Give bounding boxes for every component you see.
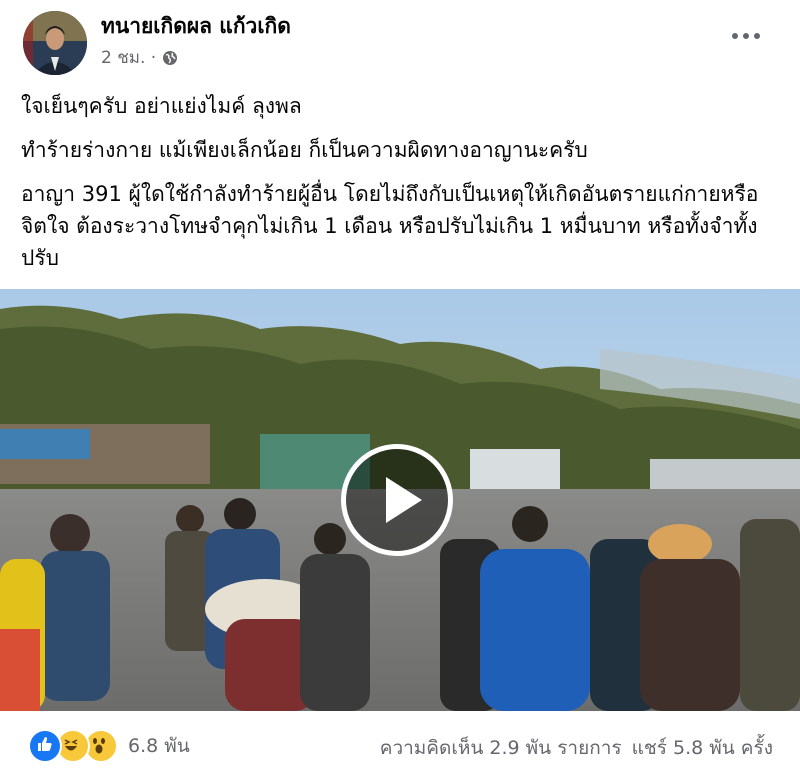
globe-icon (163, 50, 178, 65)
author-name[interactable]: ทนายเกิดผล แก้วเกิด (101, 10, 291, 43)
dot (732, 33, 738, 39)
facebook-post: ทนายเกิดผล แก้วเกิด 2 ชม. · ใจเย็นๆครับ … (0, 0, 800, 782)
reaction-count: 6.8 พัน (128, 735, 190, 757)
comment-count[interactable]: ความคิดเห็น 2.9 พัน รายการ (380, 733, 622, 763)
dot (754, 33, 760, 39)
play-button[interactable] (341, 444, 453, 556)
avatar-photo (23, 11, 87, 75)
post-text-paragraph: อาญา 391 ผู้ใดใช้กำลังทำร้ายผู้อื่น โดยไ… (21, 182, 759, 270)
more-options-icon[interactable] (726, 24, 766, 48)
play-icon (386, 477, 422, 523)
reactions[interactable]: 6.8 พัน (28, 729, 190, 763)
timestamp[interactable]: 2 ชม. · (101, 44, 156, 71)
share-count[interactable]: แชร์ 5.8 พัน ครั้ง (632, 733, 773, 763)
dot (743, 33, 749, 39)
post-text-line-1: ใจเย็นๆครับ อย่าแย่งไมค์ ลุงพล (21, 94, 302, 118)
like-icon (28, 729, 62, 763)
post-footer: 6.8 พัน ความคิดเห็น 2.9 พัน รายการ แชร์ … (0, 711, 800, 782)
avatar[interactable] (23, 11, 87, 75)
post-text-line-2: ทำร้ายร่างกาย แม้เพียงเล็กน้อย ก็เป็นควา… (21, 138, 588, 162)
post-stats: ความคิดเห็น 2.9 พัน รายการ แชร์ 5.8 พัน … (380, 733, 773, 763)
post-meta: 2 ชม. · (101, 44, 178, 71)
